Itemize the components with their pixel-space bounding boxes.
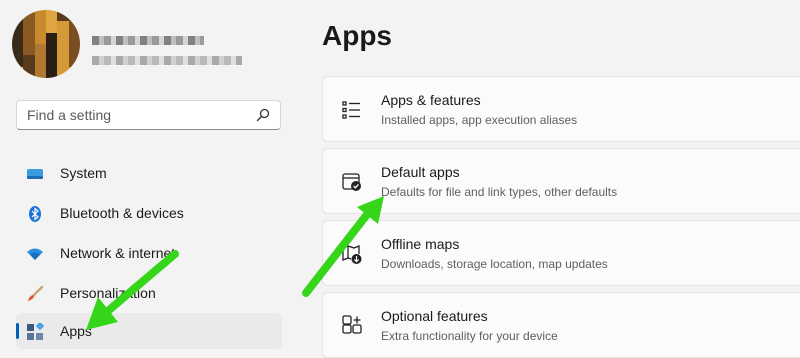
avatar-pixel xyxy=(57,21,69,33)
list-icon xyxy=(342,101,360,119)
avatar-pixel xyxy=(45,32,58,44)
selection-indicator xyxy=(16,323,19,339)
avatar-pixel xyxy=(23,66,35,78)
avatar-pixel xyxy=(12,10,24,22)
avatar-pixel xyxy=(45,66,58,78)
card-optional-features[interactable]: Optional features Extra functionality fo… xyxy=(322,292,800,358)
avatar-pixel xyxy=(34,66,46,78)
avatar-pixel xyxy=(23,10,35,22)
map-download-icon xyxy=(342,245,362,264)
avatar-pixel xyxy=(12,21,24,33)
search-icon[interactable] xyxy=(256,108,270,122)
page-title: Apps xyxy=(322,20,392,51)
avatar[interactable] xyxy=(12,10,80,78)
sidebar-item-system[interactable]: System xyxy=(16,155,282,191)
avatar-pixel xyxy=(68,55,80,67)
avatar-pixel xyxy=(34,32,46,44)
sidebar-item-apps[interactable]: Apps xyxy=(16,313,282,349)
card-title: Offline maps xyxy=(381,236,460,252)
sidebar-item-bluetooth[interactable]: Bluetooth & devices xyxy=(16,195,282,231)
bluetooth-icon xyxy=(29,206,41,222)
avatar-pixel xyxy=(57,32,69,44)
avatar-pixel xyxy=(12,66,24,78)
avatar-pixel xyxy=(23,43,35,56)
avatar-pixel xyxy=(34,43,46,56)
sidebar-item-network[interactable]: Network & internet xyxy=(16,235,282,271)
brush-icon xyxy=(28,285,44,301)
sidebar-item-label: Network & internet xyxy=(60,245,176,261)
user-email-redacted xyxy=(92,56,242,65)
avatar-pixel xyxy=(34,21,46,33)
avatar-pixel xyxy=(23,21,35,33)
card-title: Default apps xyxy=(381,164,460,180)
avatar-pixel xyxy=(45,21,58,33)
avatar-pixel xyxy=(34,10,46,22)
avatar-pixel xyxy=(57,66,69,78)
card-default-apps[interactable]: Default apps Defaults for file and link … xyxy=(322,148,800,214)
card-title: Optional features xyxy=(381,308,488,324)
avatar-pixel xyxy=(68,43,80,56)
avatar-pixel xyxy=(45,43,58,56)
avatar-pixel xyxy=(23,55,35,67)
sidebar-item-personalization[interactable]: Personalization xyxy=(16,275,282,311)
avatar-pixel xyxy=(68,10,80,22)
sidebar-item-label: System xyxy=(60,165,107,181)
default-apps-icon xyxy=(342,173,361,191)
card-apps-features[interactable]: Apps & features Installed apps, app exec… xyxy=(322,76,800,142)
card-subtitle: Extra functionality for your device xyxy=(381,329,558,343)
avatar-pixel xyxy=(12,43,24,56)
sidebar-item-label: Bluetooth & devices xyxy=(60,205,184,221)
avatar-pixel xyxy=(57,10,69,22)
avatar-pixel xyxy=(34,55,46,67)
avatar-pixel xyxy=(12,32,24,44)
avatar-pixel xyxy=(45,55,58,67)
sidebar-item-label: Personalization xyxy=(60,285,156,301)
monitor-icon xyxy=(27,169,43,179)
card-subtitle: Installed apps, app execution aliases xyxy=(381,113,578,127)
avatar-pixel xyxy=(57,55,69,67)
avatar-pixel xyxy=(68,32,80,44)
avatar-pixel xyxy=(68,66,80,78)
card-title: Apps & features xyxy=(381,92,481,108)
avatar-pixel xyxy=(57,43,69,56)
card-subtitle: Downloads, storage location, map updates xyxy=(381,257,608,271)
avatar-pixel xyxy=(12,55,24,67)
sidebar-item-label: Apps xyxy=(60,323,92,339)
avatar-pixel xyxy=(68,21,80,33)
search-box[interactable] xyxy=(16,100,281,130)
avatar-pixel xyxy=(45,10,58,22)
search-input[interactable] xyxy=(17,101,257,129)
wifi-icon xyxy=(27,248,43,260)
card-offline-maps[interactable]: Offline maps Downloads, storage location… xyxy=(322,220,800,286)
sidebar: System Bluetooth & devices Network & int… xyxy=(0,0,300,351)
card-subtitle: Defaults for file and link types, other … xyxy=(381,185,618,199)
apps-icon xyxy=(27,323,44,340)
add-feature-icon xyxy=(342,315,362,334)
avatar-pixel xyxy=(23,32,35,44)
user-name-redacted xyxy=(92,36,204,45)
